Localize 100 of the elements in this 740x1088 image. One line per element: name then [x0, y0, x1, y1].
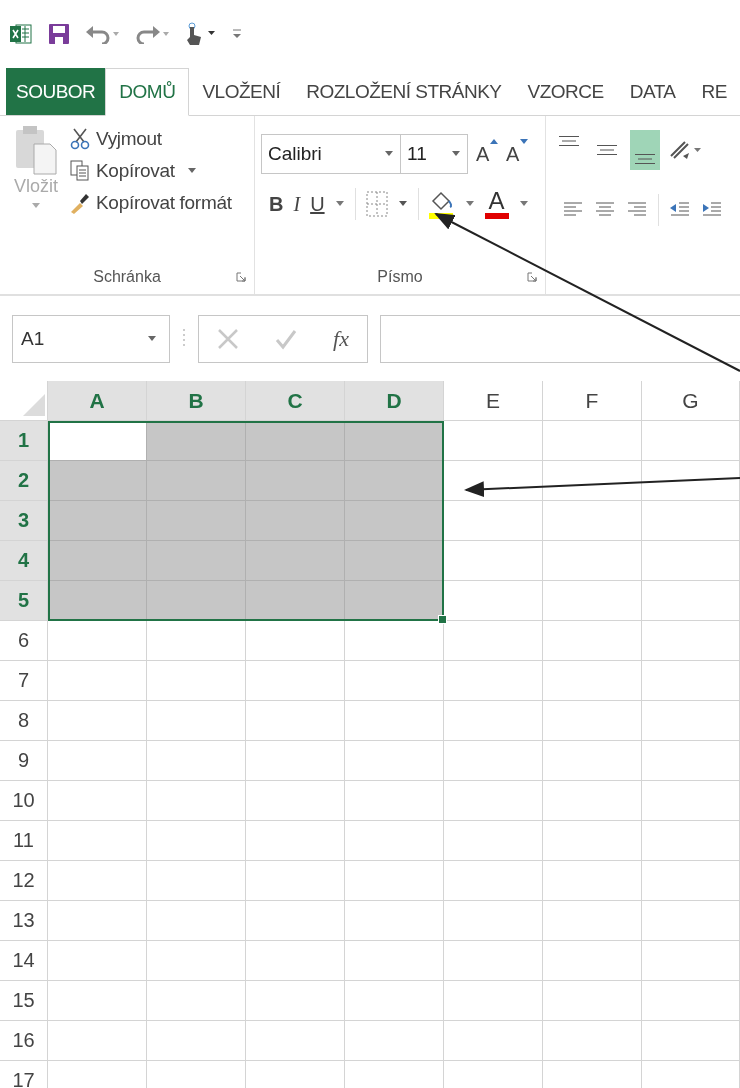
row-header[interactable]: 4	[0, 541, 48, 581]
row-header[interactable]: 2	[0, 461, 48, 501]
row-header[interactable]: 1	[0, 421, 48, 461]
align-center-icon[interactable]	[594, 201, 616, 219]
cell[interactable]	[642, 861, 740, 901]
selected-cell[interactable]	[147, 581, 246, 621]
row-header[interactable]: 14	[0, 941, 48, 981]
cell[interactable]	[444, 501, 543, 541]
cell[interactable]	[147, 981, 246, 1021]
cell[interactable]	[147, 941, 246, 981]
font-name-field[interactable]: Calibri	[261, 134, 401, 174]
cell[interactable]	[345, 821, 444, 861]
cell[interactable]	[444, 661, 543, 701]
cell[interactable]	[246, 861, 345, 901]
selected-cell[interactable]	[246, 581, 345, 621]
cell[interactable]	[543, 501, 642, 541]
caret-icon[interactable]	[397, 201, 408, 207]
selected-cell[interactable]	[147, 421, 246, 461]
row-header[interactable]: 12	[0, 861, 48, 901]
borders-icon[interactable]	[365, 191, 388, 217]
cell[interactable]	[543, 621, 642, 661]
align-bottom-button[interactable]	[630, 130, 660, 170]
dialog-launcher-icon[interactable]	[527, 272, 537, 282]
cell[interactable]	[48, 941, 147, 981]
touch-icon[interactable]	[186, 22, 216, 46]
cell[interactable]	[345, 1021, 444, 1061]
font-size-field[interactable]: 11	[400, 134, 468, 174]
cell[interactable]	[543, 421, 642, 461]
cell[interactable]	[642, 581, 740, 621]
customize-icon[interactable]	[232, 28, 242, 40]
cell[interactable]	[246, 941, 345, 981]
insert-function-button[interactable]: fx	[333, 325, 349, 352]
cell[interactable]	[246, 741, 345, 781]
italic-button[interactable]: I	[293, 192, 301, 216]
row-header[interactable]: 15	[0, 981, 48, 1021]
row-header[interactable]: 6	[0, 621, 48, 661]
cell[interactable]	[147, 861, 246, 901]
enter-icon[interactable]	[275, 327, 298, 350]
cell[interactable]	[543, 981, 642, 1021]
column-header[interactable]: D	[345, 381, 444, 421]
cell[interactable]	[147, 781, 246, 821]
decrease-indent-icon[interactable]	[669, 201, 691, 219]
align-left-icon[interactable]	[562, 201, 584, 219]
ribbon-tab[interactable]: ROZLOŽENÍ STRÁNKY	[293, 68, 515, 115]
cell[interactable]	[543, 701, 642, 741]
format-button[interactable]: Kopírovat formát	[70, 192, 232, 214]
cell[interactable]	[642, 941, 740, 981]
cell[interactable]	[444, 901, 543, 941]
cut-button[interactable]: Vyjmout	[70, 128, 232, 150]
row-header[interactable]: 10	[0, 781, 48, 821]
undo-icon[interactable]	[86, 24, 120, 44]
cell[interactable]	[345, 941, 444, 981]
ribbon-tab[interactable]: VZORCE	[514, 68, 617, 115]
cell[interactable]	[444, 541, 543, 581]
row-header[interactable]: 3	[0, 501, 48, 541]
cell[interactable]	[48, 621, 147, 661]
column-header[interactable]: C	[246, 381, 345, 421]
selected-cell[interactable]	[345, 461, 444, 501]
cell[interactable]	[444, 981, 543, 1021]
cell[interactable]	[345, 701, 444, 741]
active-cell[interactable]	[48, 421, 147, 461]
cell[interactable]	[444, 621, 543, 661]
cell[interactable]	[642, 821, 740, 861]
dialog-launcher-icon[interactable]	[236, 272, 246, 282]
cell[interactable]	[345, 901, 444, 941]
cell[interactable]	[642, 741, 740, 781]
cell[interactable]	[642, 981, 740, 1021]
cell[interactable]	[444, 421, 543, 461]
ribbon-tab[interactable]: SOUBOR	[6, 68, 106, 115]
column-header[interactable]: F	[543, 381, 642, 421]
cell[interactable]	[48, 701, 147, 741]
ribbon-tab[interactable]: VLOŽENÍ	[189, 68, 294, 115]
cell[interactable]	[543, 741, 642, 781]
cell[interactable]	[246, 901, 345, 941]
formula-input[interactable]	[380, 314, 740, 363]
grow-font-button[interactable]: A	[476, 142, 498, 166]
cell[interactable]	[543, 581, 642, 621]
ribbon-tab[interactable]: DATA	[616, 68, 689, 115]
save-icon[interactable]	[48, 23, 70, 45]
row-header[interactable]: 16	[0, 1021, 48, 1061]
row-header[interactable]: 13	[0, 901, 48, 941]
cell[interactable]	[147, 621, 246, 661]
row-header[interactable]: 8	[0, 701, 48, 741]
cell[interactable]	[444, 821, 543, 861]
cell[interactable]	[147, 1021, 246, 1061]
cell[interactable]	[642, 661, 740, 701]
cell[interactable]	[345, 741, 444, 781]
redo-icon[interactable]	[136, 24, 170, 44]
cell[interactable]	[48, 981, 147, 1021]
cell[interactable]	[246, 661, 345, 701]
cell[interactable]	[147, 741, 246, 781]
cell[interactable]	[543, 781, 642, 821]
cell[interactable]	[444, 461, 543, 501]
cell[interactable]	[246, 781, 345, 821]
selected-cell[interactable]	[345, 581, 444, 621]
cell[interactable]	[147, 661, 246, 701]
selected-cell[interactable]	[345, 501, 444, 541]
cell[interactable]	[543, 541, 642, 581]
row-header[interactable]: 5	[0, 581, 48, 621]
cell[interactable]	[444, 1021, 543, 1061]
